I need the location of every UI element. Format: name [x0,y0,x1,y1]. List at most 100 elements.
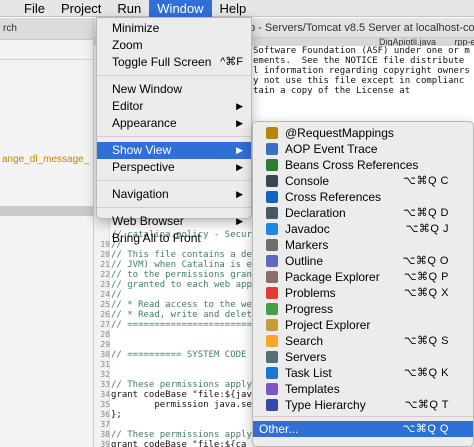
menu-item-label: Progress [285,302,334,316]
menu-item-console[interactable]: Console ⌥⌘Q C [253,173,473,189]
menu-item-shortcut: ⌥⌘Q K [403,367,449,379]
menu-item-show-view[interactable]: Show View ▶ [97,142,251,159]
menu-item-label: Type Hierarchy [285,398,366,412]
menu-item-javadoc[interactable]: Javadoc ⌥⌘Q J [253,221,473,237]
progress-icon [266,303,278,315]
menu-item-new-window[interactable]: New Window [97,81,251,98]
editor-tab[interactable]: rpp-external-we [455,38,474,46]
line-number: 26 [100,310,110,319]
menu-item-label: Problems [285,286,336,300]
menu-item-bring-all-to-front[interactable]: Bring All to Front [97,230,251,247]
menu-file[interactable]: File [16,0,53,17]
menu-item-shortcut: ⌥⌘Q S [403,335,449,347]
menu-item-label: Servers [285,350,327,364]
menu-item-navigation[interactable]: Navigation ▶ [97,186,251,203]
left-panel-item[interactable]: ange_dl_message_ [2,154,89,165]
submenu-arrow-icon: ▶ [236,118,243,128]
menu-item-servers[interactable]: Servers [253,349,473,365]
submenu-arrow-icon: ▶ [236,216,243,226]
menu-item-label: Package Explorer [285,270,380,284]
menu-window[interactable]: Window [149,0,212,17]
line-number: 21 [100,260,110,269]
menu-project[interactable]: Project [53,0,109,17]
line-number: 25 [100,300,110,309]
menu-item-problems[interactable]: Problems ⌥⌘Q X [253,285,473,301]
code-text: // granted to each web app [111,280,252,290]
menu-item-cross-references[interactable]: Cross References [253,189,473,205]
show-view-submenu: @RequestMappings AOP Event Trace Beans Cro… [252,121,474,447]
menu-item-label: Show View [112,143,172,157]
menu-item-label: Other... [259,422,299,436]
code-text: // to the permissions gran [111,270,252,280]
menu-item-label: Toggle Full Screen [112,55,212,69]
code-text: grant codeBase "file:${ca [111,440,247,447]
aop-event-trace-icon [266,143,278,155]
servers-icon [266,351,278,363]
menu-item-label: Editor [112,99,144,113]
submenu-arrow-icon: ▶ [236,162,243,172]
code-text: // These permissions apply [111,380,252,390]
menu-item-type-hierarchy[interactable]: Type Hierarchy ⌥⌘Q T [253,397,473,413]
menu-item-beans-cross-references[interactable]: Beans Cross References [253,157,473,173]
menu-item-label: Bring All to Front [112,231,201,245]
menu-run[interactable]: Run [109,0,149,17]
code-text: }; [111,410,122,420]
package-explorer-icon [266,271,278,283]
line-number: 23 [100,280,110,289]
menu-item-markers[interactable]: Markers [253,237,473,253]
submenu-arrow-icon: ▶ [236,189,243,199]
menu-item-task-list[interactable]: Task List ⌥⌘Q K [253,365,473,381]
left-panel-selection[interactable] [0,206,94,216]
menu-item-label: Cross References [285,190,382,204]
code-header-line: l information regarding copyright owners [253,66,470,76]
menu-item-appearance[interactable]: Appearance ▶ [97,115,251,132]
menu-item-web-browser[interactable]: Web Browser ▶ [97,213,251,230]
menu-help[interactable]: Help [212,0,255,17]
menu-item-progress[interactable]: Progress [253,301,473,317]
menu-item-shortcut: ⌥⌘Q D [403,207,449,219]
menu-item-minimize[interactable]: Minimize [97,20,251,37]
templates-icon [266,383,278,395]
menu-item-perspective[interactable]: Perspective ▶ [97,159,251,176]
code-header-line: ements. See the NOTICE file distribute [253,56,465,66]
line-number: 28 [100,330,110,339]
menu-item-templates[interactable]: Templates [253,381,473,397]
menu-item-project-explorer[interactable]: Project Explorer [253,317,473,333]
code-text: // ========== SYSTEM CODE [111,350,247,360]
menu-item-declaration[interactable]: Declaration ⌥⌘Q D [253,205,473,221]
menu-item-outline[interactable]: Outline ⌥⌘Q O [253,253,473,269]
menu-item-label: Markers [285,238,329,252]
menu-item-label: AOP Event Trace [285,142,378,156]
menu-item-search[interactable]: Search ⌥⌘Q S [253,333,473,349]
declaration-icon [266,207,278,219]
line-number: 30 [100,350,110,359]
submenu-arrow-icon: ▶ [236,145,243,155]
cross-references-icon [266,191,278,203]
line-number: 38 [100,430,110,439]
menu-item-toggle-full-screen[interactable]: Toggle Full Screen ^⌘F [97,54,251,71]
menu-item-requestmappings[interactable]: @RequestMappings [253,125,473,141]
menu-item-shortcut: ⌥⌘Q T [404,399,449,411]
apple-menu-spacer [0,0,16,17]
problems-icon [266,287,278,299]
menu-item-package-explorer[interactable]: Package Explorer ⌥⌘Q P [253,269,473,285]
menu-item-aop-event-trace[interactable]: AOP Event Trace [253,141,473,157]
menu-item-editor[interactable]: Editor ▶ [97,98,251,115]
menu-item-label: Search [285,334,324,348]
code-text: // JVM) when Catalina is e [111,260,252,270]
menu-item-shortcut: ⌥⌘Q C [403,175,449,187]
editor-tab[interactable]: DigApiotli.java [379,38,436,46]
menu-item-shortcut: ⌥⌘Q O [402,255,449,267]
menu-item-label: Navigation [112,187,169,201]
window-menu: Minimize Zoom Toggle Full Screen ^⌘F New… [96,17,252,245]
left-panel: rch ange_dl_message_ [0,18,94,447]
submenu-arrow-icon: ▶ [236,101,243,111]
menu-item-shortcut: ⌥⌘Q X [403,287,449,299]
code-text: // [111,290,122,300]
request-mappings-icon [266,127,278,139]
left-panel-tabs[interactable]: rch [0,18,93,40]
menu-item-other[interactable]: Other... ⌥⌘Q Q [253,421,473,437]
menu-item-zoom[interactable]: Zoom [97,37,251,54]
markers-icon [266,239,278,251]
left-panel-toolbar [0,40,93,60]
